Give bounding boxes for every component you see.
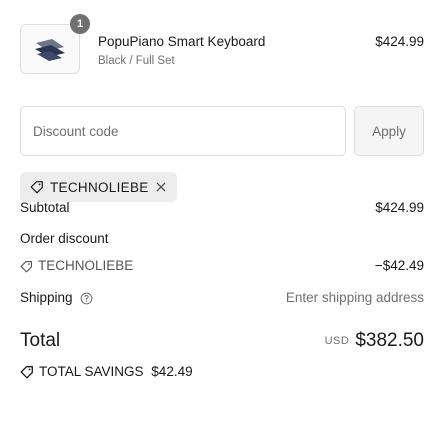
discount-form: Apply bbox=[20, 106, 424, 156]
applied-discount-code: TECHNOLIEBE bbox=[50, 179, 149, 195]
quantity-badge: 1 bbox=[70, 14, 90, 34]
savings-tag-icon bbox=[20, 365, 34, 379]
shipping-value: Enter shipping address bbox=[285, 290, 424, 305]
total-savings-value: $42.49 bbox=[151, 364, 193, 379]
discount-tag-icon bbox=[20, 260, 33, 273]
total-savings-line: TOTAL SAVINGS $42.49 bbox=[20, 364, 193, 379]
total-value: $382.50 bbox=[355, 330, 424, 351]
order-discount-code-line: TECHNOLIEBE bbox=[20, 258, 133, 273]
order-discount-value: −$42.49 bbox=[374, 258, 424, 273]
product-variant: Black / Full Set bbox=[98, 55, 175, 67]
total-savings-label: TOTAL SAVINGS bbox=[39, 364, 144, 379]
remove-discount-icon[interactable] bbox=[155, 181, 167, 193]
price-tag-icon bbox=[30, 181, 43, 194]
apply-discount-button[interactable]: Apply bbox=[354, 106, 424, 156]
subtotal-label: Subtotal bbox=[20, 200, 70, 215]
discount-code-input[interactable] bbox=[20, 106, 346, 156]
shipping-label: Shipping bbox=[20, 290, 73, 305]
shipping-help-icon[interactable] bbox=[80, 292, 93, 305]
order-discount-code: TECHNOLIEBE bbox=[38, 258, 134, 273]
cart-line-item: 1 PopuPiano Smart Keyboard Black / Full … bbox=[20, 14, 424, 76]
total-value-wrap: USD $382.50 bbox=[325, 330, 424, 352]
product-name: PopuPiano Smart Keyboard bbox=[98, 34, 266, 49]
currency-code: USD bbox=[324, 335, 350, 347]
product-price: $424.99 bbox=[375, 34, 424, 49]
shipping-label-wrap: Shipping bbox=[20, 290, 93, 305]
product-thumbnail bbox=[20, 24, 80, 74]
total-row: Total USD $382.50 bbox=[20, 330, 424, 356]
order-discount-label: Order discount bbox=[20, 231, 109, 246]
keyboard-thumbnail-icon bbox=[35, 39, 65, 61]
applied-discount-tag: TECHNOLIEBE bbox=[20, 172, 177, 202]
subtotal-value: $424.99 bbox=[375, 200, 424, 215]
total-label: Total bbox=[20, 330, 61, 351]
